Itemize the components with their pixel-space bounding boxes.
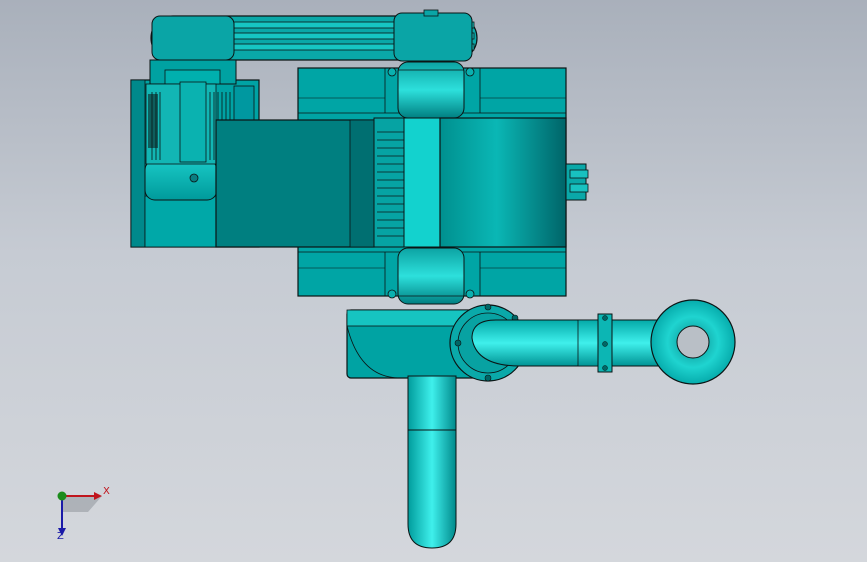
- horizontal-pipe[interactable]: [471, 313, 661, 373]
- machine-assembly-model[interactable]: [0, 0, 867, 562]
- belt-drive[interactable]: [150, 9, 478, 62]
- vertical-outlet-pipe[interactable]: [407, 375, 457, 549]
- lower-roller[interactable]: [387, 247, 475, 305]
- conveyor-belt-body[interactable]: [215, 117, 589, 248]
- x-axis-label: X: [103, 486, 110, 497]
- graphics-viewport[interactable]: X Z: [0, 0, 867, 562]
- inlet-funnel[interactable]: [650, 299, 736, 385]
- z-axis-label: Z: [57, 531, 64, 542]
- upper-roller[interactable]: [387, 61, 475, 119]
